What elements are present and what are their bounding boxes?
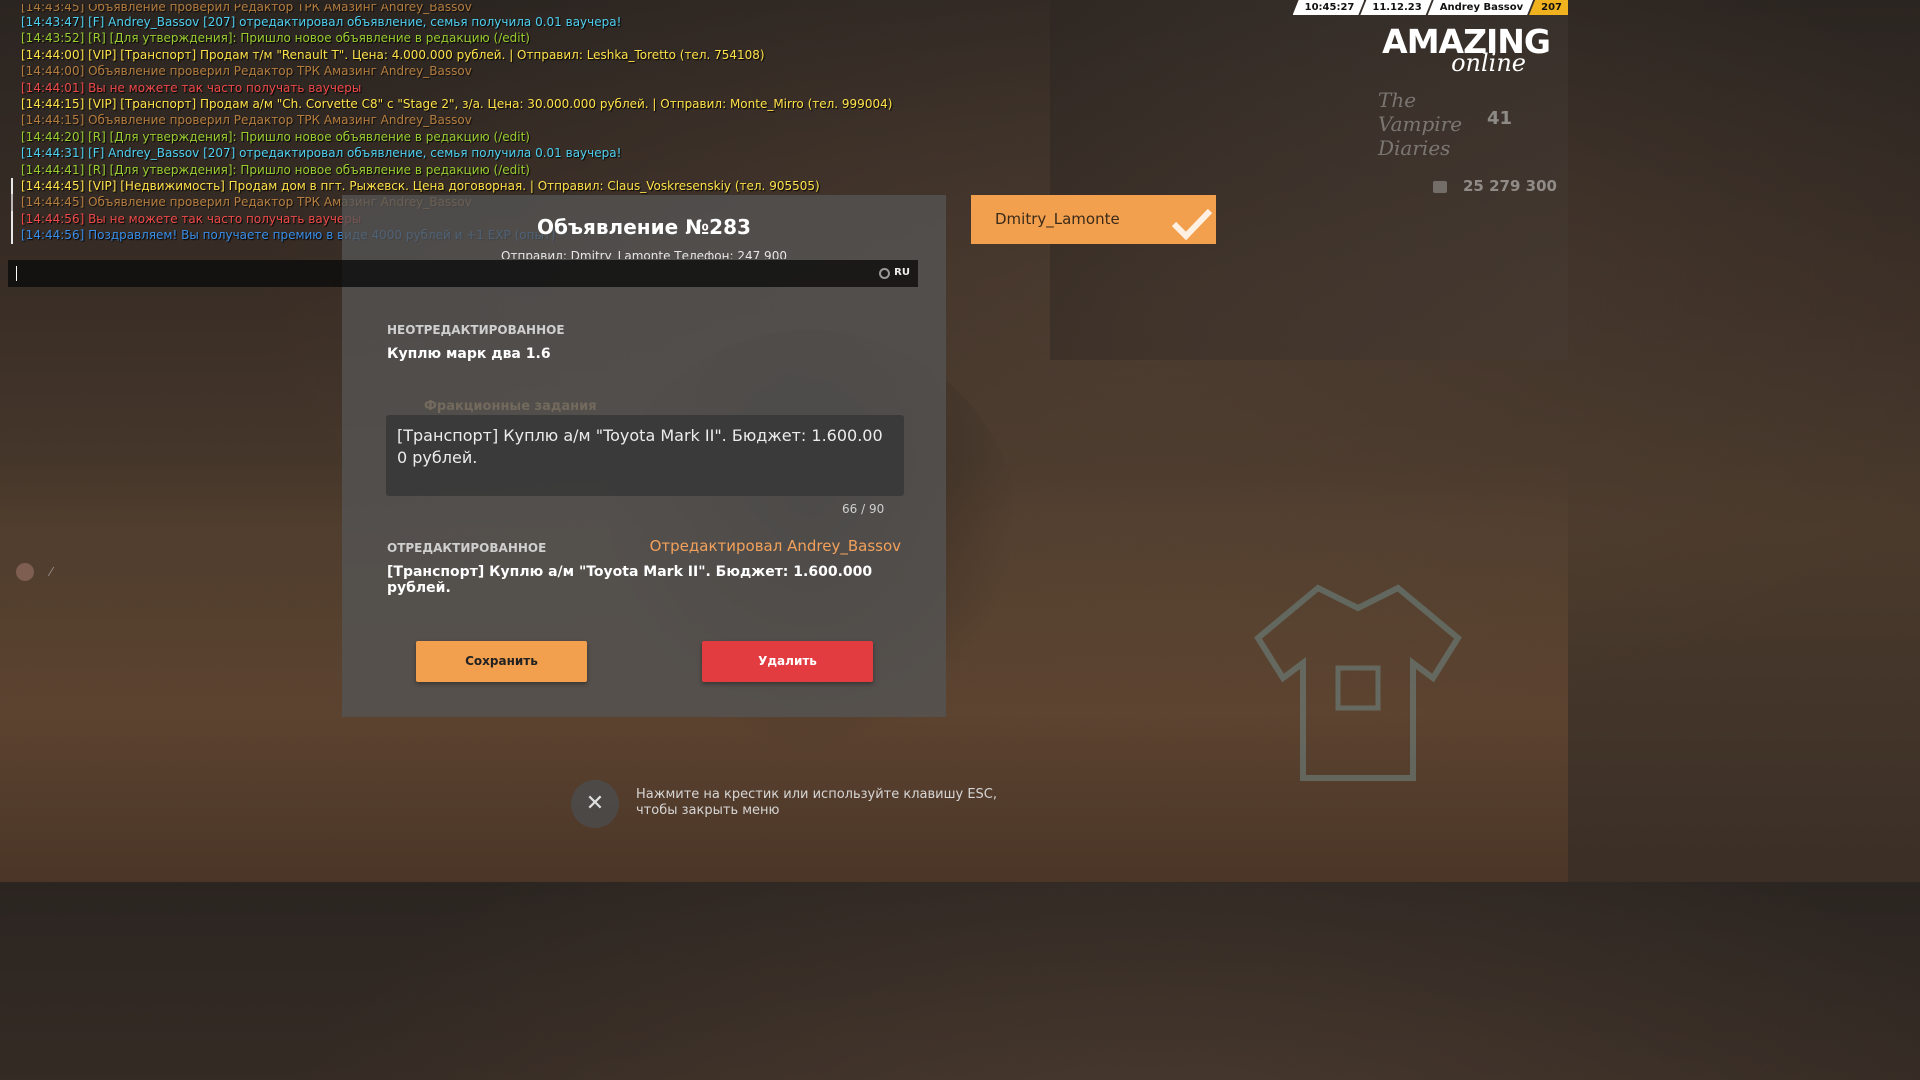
modal-title: Объявление №283 [537, 215, 751, 239]
faction-tasks-hint: Фракционные задания [424, 399, 597, 414]
chat-line: [14:44:20] [R] [Для утверждения]: Пришло… [21, 129, 530, 144]
hud-stat-number: 41 [1487, 108, 1513, 129]
close-hint: Нажмите на крестик или используйте клави… [636, 787, 997, 819]
edited-text: [Транспорт] Куплю а/м "Toyota Mark II". … [387, 564, 873, 596]
player-select-item[interactable]: Dmitry_Lamonte [971, 195, 1216, 244]
delete-button[interactable]: Удалить [702, 641, 873, 682]
chat-line: [14:44:00] [VIP] [Транспорт] Продам т/м … [21, 47, 765, 62]
chat-line: [14:44:15] [VIP] [Транспорт] Продам а/м … [21, 97, 893, 112]
player-name: Dmitry_Lamonte [995, 210, 1120, 228]
close-hint-line1: Нажмите на крестик или используйте клави… [636, 787, 998, 802]
advert-edit-value[interactable]: [Транспорт] Куплю а/м "Toyota Mark II". … [397, 425, 890, 469]
chat-line: [14:44:00] Объявление проверил Редактор … [21, 64, 472, 79]
unedited-text: Куплю марк два 1.6 [387, 346, 551, 362]
avatar-icon [16, 563, 34, 581]
hud-date: 11.12.23 [1360, 0, 1431, 15]
chat-line: [14:43:52] [R] [Для утверждения]: Пришло… [21, 31, 530, 46]
vampire-diaries-poster: The Vampire Diaries [1378, 88, 1463, 160]
text-caret [16, 266, 17, 281]
amazing-online-logo: AMAZING online [1360, 22, 1551, 77]
gear-icon[interactable] [879, 268, 890, 279]
hud-time: 10:45:27 [1293, 0, 1365, 15]
chat-line: [14:44:45] [VIP] [Недвижимость] Продам д… [11, 178, 951, 195]
check-icon [1172, 208, 1212, 240]
mic-muted-icon: ⁄ [50, 565, 53, 579]
edited-by: Отредактировал Andrey_Bassov [649, 537, 901, 555]
chat-line: [14:44:01] Вы не можете так часто получа… [21, 80, 362, 95]
hud-player-id: 207 [1529, 0, 1568, 15]
chat-line: [14:44:15] Объявление проверил Редактор … [21, 113, 472, 128]
advert-edit-textarea[interactable]: [Транспорт] Куплю а/м "Toyota Mark II". … [386, 415, 904, 496]
chat-input[interactable]: RU [8, 260, 918, 287]
chat-line: [14:43:47] [F] Andrey_Bassov [207] отред… [21, 15, 622, 29]
side-status-icons: ⁄ [16, 563, 66, 581]
save-button[interactable]: Сохранить [416, 641, 587, 682]
char-counter: 66 / 90 [842, 502, 885, 516]
close-hint-line2: чтобы закрыть меню [636, 803, 780, 818]
chat-line: [14:44:41] [R] [Для утверждения]: Пришло… [21, 162, 530, 177]
shirt-icon [1254, 584, 1462, 781]
logo-sub-text: online [1451, 49, 1526, 77]
wallet-icon [1433, 181, 1447, 193]
hud-money: 25 279 300 [1463, 177, 1557, 195]
language-indicator[interactable]: RU [894, 267, 910, 278]
chat-line: [14:43:45] Объявление проверил Редактор … [21, 4, 472, 14]
edited-label: ОТРЕДАКТИРОВАННОЕ [387, 541, 547, 555]
hud-player-name: Andrey Bassov [1428, 0, 1533, 15]
top-hud: 10:45:27 11.12.23 Andrey Bassov 207 [1297, 0, 1568, 15]
close-button[interactable]: ✕ [571, 780, 619, 828]
modal-sender: Отправил: Dmitry_Lamonte Телефон: 247 90… [501, 249, 787, 259]
chat-line: [14:44:31] [F] Andrey_Bassov [207] отред… [21, 146, 622, 161]
unedited-label: НЕОТРЕДАКТИРОВАННОЕ [387, 323, 565, 337]
